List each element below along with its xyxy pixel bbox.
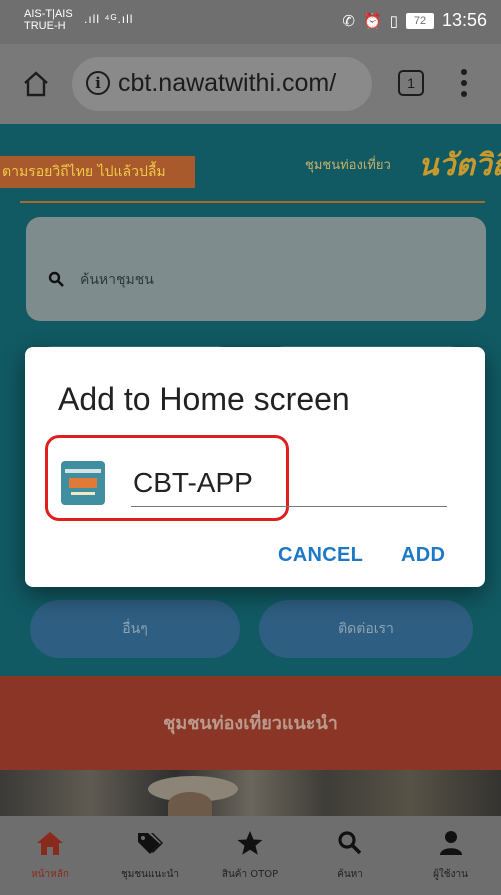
- info-icon[interactable]: i: [86, 71, 110, 95]
- user-icon: [439, 831, 462, 855]
- search-icon: [338, 831, 362, 855]
- other-button[interactable]: อื่นๆ: [30, 600, 240, 658]
- cancel-button[interactable]: CANCEL: [278, 544, 363, 567]
- status-icons: ✆ ⏰ ▯ 72 13:56: [342, 10, 487, 31]
- status-bar: AIS-T|AIS TRUE-H .ıll ⁴ᴳ.ıll ✆ ⏰ ▯ 72 13…: [0, 0, 501, 44]
- address-bar[interactable]: i cbt.nawatwithi.com/: [72, 57, 372, 111]
- nav-label: ค้นหา: [337, 869, 363, 880]
- signal-icon: .ıll ⁴ᴳ.ıll: [84, 12, 134, 26]
- nav-user[interactable]: ผู้ใช้งาน: [400, 816, 501, 895]
- more-menu-icon[interactable]: [460, 66, 468, 102]
- contact-button[interactable]: ติดต่อเรา: [259, 600, 473, 658]
- home-icon[interactable]: [22, 70, 50, 98]
- nav-recommended[interactable]: ชุมชนแนะนำ: [100, 816, 200, 895]
- add-to-home-dialog: Add to Home screen CANCEL ADD: [25, 347, 485, 587]
- phone-icon: ▯: [389, 12, 398, 30]
- star-icon: [237, 831, 263, 855]
- banner-subtitle: ชุมชนท่องเที่ยว: [305, 158, 391, 173]
- photo-detail: [168, 792, 212, 816]
- site-logo: นวัตวิถี: [418, 148, 501, 183]
- recommended-section-header: ชุมชนท่องเที่ยวแนะนำ: [0, 676, 501, 770]
- search-icon: [48, 271, 64, 287]
- browser-toolbar: i cbt.nawatwithi.com/ 1: [0, 44, 501, 124]
- vibrate-icon: ✆: [342, 12, 355, 30]
- carrier-label: AIS-T|AIS TRUE-H: [24, 8, 73, 32]
- home-icon: [37, 832, 63, 855]
- nav-label: ผู้ใช้งาน: [433, 869, 468, 880]
- app-icon: [61, 461, 105, 505]
- alarm-icon: ⏰: [363, 12, 382, 30]
- nav-home[interactable]: หน้าหลัก: [0, 816, 100, 895]
- nav-otop[interactable]: สินค้า OTOP: [200, 816, 300, 895]
- nav-label: หน้าหลัก: [31, 869, 69, 880]
- dialog-title: Add to Home screen: [58, 381, 350, 417]
- clock: 13:56: [441, 10, 487, 30]
- battery-icon: 72: [405, 12, 434, 29]
- search-placeholder: ค้นหาชุมชน: [80, 272, 154, 288]
- tags-icon: [138, 833, 163, 854]
- banner-slogan: ตามรอยวิถีไทย ไปแล้วปลื้ม: [0, 156, 195, 188]
- bottom-navigation: หน้าหลัก ชุมชนแนะนำ สินค้า OTOP ค้นหา ผู…: [0, 816, 501, 895]
- nav-label: สินค้า OTOP: [221, 869, 279, 880]
- nav-search[interactable]: ค้นหา: [300, 816, 400, 895]
- banner-divider: [20, 201, 485, 203]
- community-photo[interactable]: [0, 770, 501, 816]
- section-title: ชุมชนท่องเที่ยวแนะนำ: [163, 713, 338, 734]
- app-name-input[interactable]: [131, 459, 447, 507]
- url-text: cbt.nawatwithi.com/: [118, 69, 337, 97]
- add-button[interactable]: ADD: [401, 544, 445, 567]
- nav-label: ชุมชนแนะนำ: [120, 869, 180, 880]
- tab-switcher-button[interactable]: 1: [398, 70, 424, 96]
- community-search-box[interactable]: ค้นหาชุมชน: [26, 217, 486, 321]
